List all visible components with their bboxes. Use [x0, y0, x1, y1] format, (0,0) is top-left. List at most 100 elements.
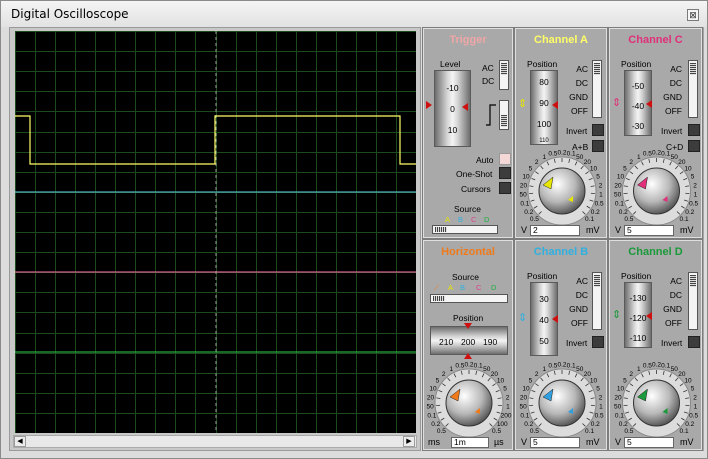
channel-d-volts-dial[interactable]: 0.5 0.2 0.1 50 20 10 5 2 1 0.5 0.2 0.1 50 20 10 5 2 1 0.5 0…: [610, 361, 703, 438]
channel-b-gnd-label: GND: [569, 304, 588, 314]
channel-b-coupling-switch[interactable]: [592, 272, 602, 330]
channel-a-volts-dial[interactable]: 0.5 0.2 0.1 50 20 10 5 2 1 0.5 0.2 0.1 50 20 10 5 2 1 0.5 0…: [516, 149, 608, 226]
channel-d-coupling-switch[interactable]: [688, 272, 698, 330]
trigger-cursors-button[interactable]: [499, 182, 511, 194]
trigger-section: Trigger Level -10 0 10 AC DC Auto One-Sh…: [422, 27, 514, 239]
dial-scale-label: 20: [520, 182, 528, 189]
timebase-dial[interactable]: 0.5 0.2 0.1 50 20 10 5 2 1 0.5 0.2 0.1 50 20 10 5 2 1 200 1…: [424, 361, 514, 438]
dial-scale-label: 50: [427, 404, 435, 411]
control-panel: Trigger Level -10 0 10 AC DC Auto One-Sh…: [422, 27, 704, 451]
trigger-edge-switch[interactable]: [499, 100, 509, 130]
rotary-dial-face: 0.50.20.1502010521 0.5 0.2 0.1 5020105210.50…: [614, 150, 698, 226]
rotary-dial-face: 0.50.20.1502010521 0.5 0.2 0.1 5020105210.50…: [520, 150, 604, 226]
channel-c-unit-v: V: [615, 225, 622, 235]
channel-b-dc-label: DC: [575, 290, 588, 300]
channel-b-volts-dial[interactable]: 0.5 0.2 0.1 50 20 10 5 2 1 0.5 0.2 0.1 50 20 10 5 2 1 0.5 0…: [516, 361, 608, 438]
horizontal-position-tick: 210: [439, 337, 454, 347]
channel-d-position-label: Position: [621, 271, 652, 281]
dial-scale-label: 0.1: [567, 151, 576, 158]
channel-a-tick: 80: [539, 77, 549, 87]
dial-scale-label: 0.1: [615, 201, 624, 208]
dial-scale-label: 0.5: [595, 201, 604, 208]
dial-scale-label: 0.5: [548, 363, 557, 370]
channel-a-value-field[interactable]: 2: [530, 225, 580, 236]
trigger-coupling-switch[interactable]: [499, 60, 509, 90]
dial-knob: [538, 379, 586, 427]
channel-c-volts-dial[interactable]: 0.5 0.2 0.1 50 20 10 5 2 1 0.5 0.2 0.1 50 20 10 5 2 1 0.5 0…: [610, 149, 703, 226]
dial-scale-label: 1: [449, 366, 453, 373]
channel-a-updown-icon: ⇕: [518, 98, 528, 110]
channel-a-unit-mv: mV: [586, 225, 600, 235]
dial-scale-label: 5: [436, 378, 440, 385]
dial-scale-label: 10: [497, 378, 505, 385]
dial-scale-label: 5: [596, 174, 600, 181]
channel-b-invert-button[interactable]: [592, 336, 604, 348]
dial-scale-label: 5: [529, 378, 533, 385]
horizontal-source-d: D: [491, 283, 497, 292]
dial-scale-label: 50: [520, 404, 528, 411]
channel-d-value-field[interactable]: 5: [624, 437, 674, 448]
dial-scale-label: 10: [617, 386, 625, 393]
horizontal-source-b: B: [460, 283, 466, 292]
dial-scale-label: 10: [590, 166, 598, 173]
rotary-dial-face: 0.50.20.1502010521 0.5 0.2 0.1 5020105210.50…: [520, 362, 604, 438]
oscilloscope-window: Digital Oscilloscope ⊠ ◀ ▶ Trigger Level…: [0, 0, 708, 459]
channel-b-value-field[interactable]: 5: [530, 437, 580, 448]
channel-c-invert-button[interactable]: [688, 124, 700, 136]
dial-scale-label: 0.2: [524, 421, 533, 428]
channel-a-invert-button[interactable]: [592, 124, 604, 136]
dial-scale-label: 20: [614, 182, 622, 189]
channel-d-tick: -130: [629, 293, 647, 303]
horizontal-position-drum[interactable]: 210 200 190: [430, 326, 508, 355]
channel-d-invert-button[interactable]: [688, 336, 700, 348]
dial-scale-label: 0.5: [643, 363, 652, 370]
dial-scale-label: 0.5: [624, 216, 633, 223]
channel-b-tick: 30: [539, 294, 549, 304]
trigger-source-slider[interactable]: [432, 225, 498, 234]
trigger-source-b: B: [458, 215, 464, 224]
trigger-auto-button[interactable]: [499, 153, 511, 165]
dial-scale-label: 0.5: [530, 216, 539, 223]
channel-d-unit-v: V: [615, 437, 622, 447]
dial-scale-label: 0.5: [595, 413, 604, 420]
dial-scale-label: 0.2: [619, 209, 628, 216]
channel-b-position-label: Position: [527, 271, 558, 281]
channel-a-title: Channel A: [534, 34, 588, 46]
channel-a-gnd-label: GND: [569, 92, 588, 102]
horizontal-scrollbar[interactable]: ◀ ▶: [13, 435, 417, 448]
channel-c-value-field[interactable]: 5: [624, 225, 674, 236]
dial-scale-label: 1: [637, 366, 641, 373]
dial-scale-label: 0.1: [680, 428, 689, 435]
dial-scale-label: 0.5: [437, 428, 446, 435]
dial-scale-label: 10: [684, 378, 692, 385]
scroll-left-button[interactable]: ◀: [14, 436, 26, 447]
channel-d-tick: -110: [629, 333, 647, 343]
channel-c-dc-label: DC: [669, 78, 682, 88]
dial-scale-label: 5: [596, 386, 600, 393]
dial-scale-label: 1: [542, 366, 546, 373]
horizontal-position-tick: 200: [461, 337, 476, 347]
dial-scale-label: 0.5: [624, 428, 633, 435]
dial-scale-label: 50: [614, 192, 622, 199]
channel-c-section: Channel C Position -50 -40 -30 ⇕ AC DC G…: [608, 27, 703, 239]
dial-scale-label: 2: [693, 394, 697, 401]
trigger-level-tick: -10: [446, 83, 459, 93]
dial-scale-label: 2: [629, 159, 633, 166]
dial-scale-label: 0.1: [427, 413, 436, 420]
channel-d-gnd-label: GND: [663, 304, 682, 314]
close-button[interactable]: ⊠: [687, 9, 699, 21]
trigger-oneshot-button[interactable]: [499, 167, 511, 179]
channel-c-coupling-switch[interactable]: [688, 60, 698, 118]
dial-scale-label: 1: [694, 404, 698, 411]
horizontal-source-slider[interactable]: [430, 294, 508, 303]
channel-a-coupling-switch[interactable]: [592, 60, 602, 118]
trigger-cursors-label: Cursors: [461, 184, 491, 194]
dial-scale-label: 50: [671, 154, 679, 161]
dial-scale-label: 0.5: [643, 151, 652, 158]
trigger-level-marker-icon: [426, 101, 432, 109]
dial-scale-label: 2: [629, 371, 633, 378]
dial-knob: [538, 167, 586, 215]
channel-b-invert-label: Invert: [566, 338, 588, 348]
scroll-right-button[interactable]: ▶: [403, 436, 415, 447]
timebase-value-field[interactable]: 1m: [451, 437, 489, 448]
